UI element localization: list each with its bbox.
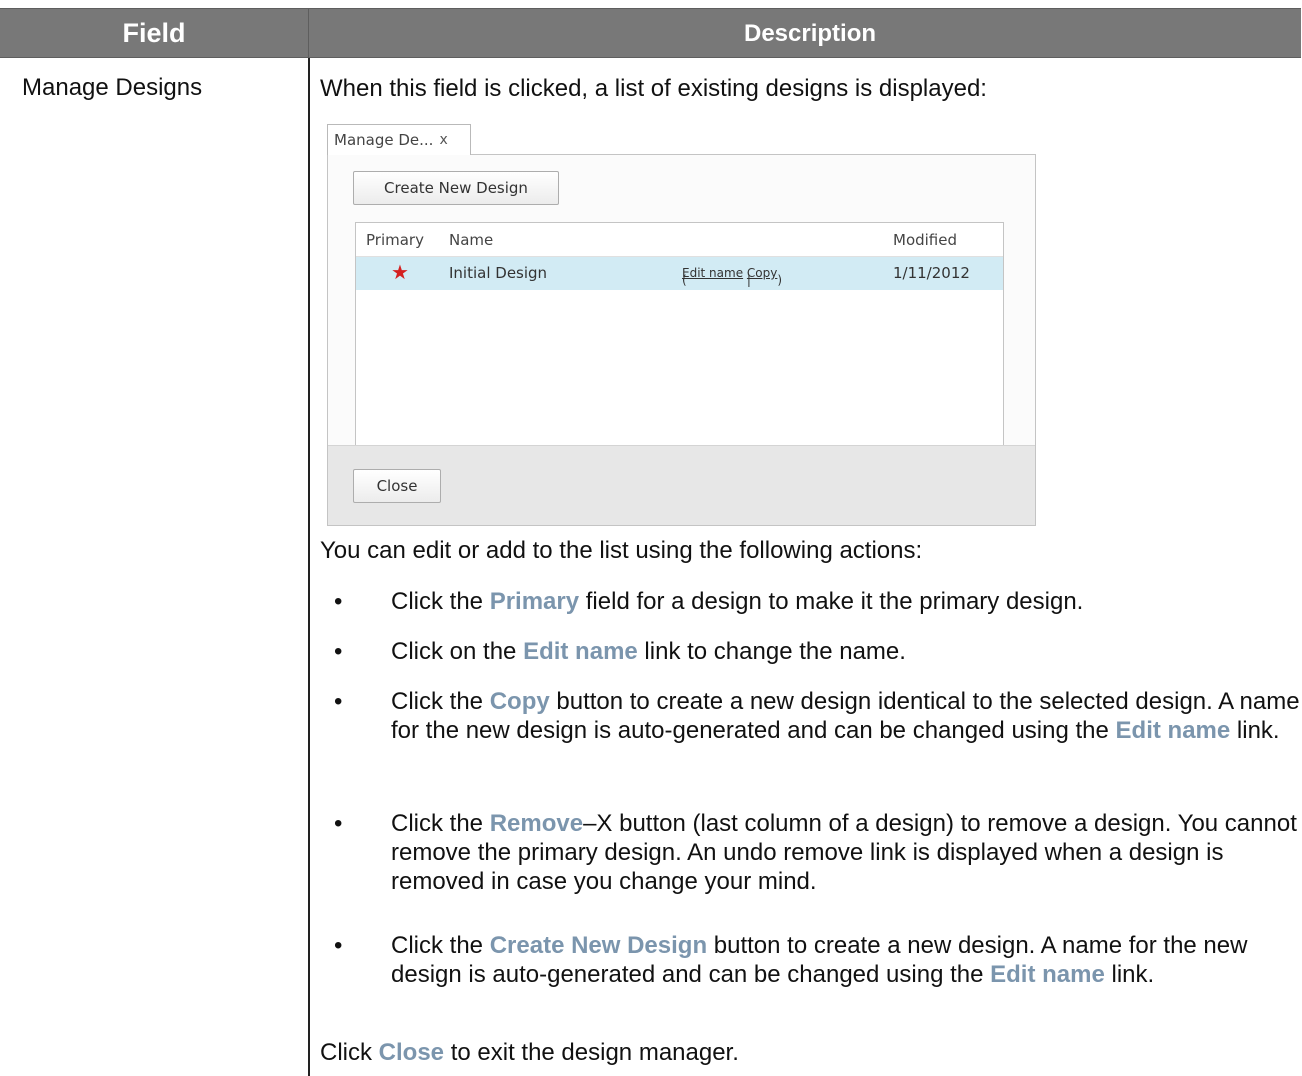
bullet-text: Click the bbox=[391, 588, 490, 615]
keyword-create-new-design: Create New Design bbox=[489, 932, 708, 959]
keyword-edit-name: Edit name bbox=[523, 638, 638, 665]
actions-intro-text: You can edit or add to the list using th… bbox=[320, 537, 923, 564]
design-name: Initial Design bbox=[449, 264, 548, 282]
row-links: (Edit name | Copy) bbox=[682, 266, 782, 287]
close-button[interactable]: Close bbox=[353, 469, 441, 503]
bullet-text: link. bbox=[1230, 717, 1280, 744]
bullet-text: link to change the name. bbox=[637, 638, 906, 665]
keyword-copy: Copy bbox=[489, 688, 550, 715]
closing-text-post: to exit the design manager. bbox=[444, 1039, 739, 1066]
design-manager-panel: Create New Design Primary Name Modified … bbox=[327, 154, 1036, 526]
close-tab-icon[interactable]: x bbox=[439, 132, 447, 148]
design-manager-screenshot: Manage De... x Create New Design Primary… bbox=[327, 124, 1036, 526]
field-column-header: Field bbox=[0, 9, 309, 57]
bullet-text: Click the bbox=[391, 688, 490, 715]
close-paren: ) bbox=[777, 273, 783, 287]
intro-text: When this field is clicked, a list of ex… bbox=[320, 75, 987, 102]
keyword-close: Close bbox=[378, 1039, 445, 1066]
tab-label: Manage De... bbox=[334, 131, 434, 149]
bullet-dot: • bbox=[334, 588, 343, 615]
column-divider bbox=[308, 58, 310, 1076]
modified-date: 1/11/2012 bbox=[893, 264, 970, 282]
keyword-edit-name: Edit name bbox=[990, 961, 1105, 988]
copy-link[interactable]: Copy bbox=[747, 266, 777, 280]
closing-text-pre: Click bbox=[320, 1039, 379, 1066]
bullet-text: Click the bbox=[391, 932, 490, 959]
closing-text: Click Close to exit the design manager. bbox=[320, 1038, 739, 1067]
table-row[interactable]: ★ Initial Design (Edit name | Copy) 1/11/… bbox=[356, 256, 1003, 290]
bullet-text: link. bbox=[1104, 961, 1155, 988]
grid-header: Primary Name Modified bbox=[356, 223, 1003, 256]
description-column-header: Description bbox=[743, 19, 877, 47]
column-header-primary[interactable]: Primary bbox=[366, 231, 424, 249]
primary-star-icon[interactable]: ★ bbox=[391, 260, 409, 284]
field-name-cell: Manage Designs bbox=[22, 74, 203, 101]
column-header-modified[interactable]: Modified bbox=[893, 231, 957, 249]
panel-footer: Close bbox=[328, 445, 1035, 525]
bullet-text: Click on the bbox=[391, 638, 524, 665]
manage-designs-tab[interactable]: Manage De... x bbox=[327, 124, 471, 155]
bullet-dot: • bbox=[334, 638, 343, 665]
keyword-primary: Primary bbox=[489, 588, 580, 615]
bullet-dot: • bbox=[334, 810, 343, 837]
open-paren: ( bbox=[682, 273, 687, 287]
create-new-design-button[interactable]: Create New Design bbox=[353, 171, 559, 205]
bullet-dot: • bbox=[334, 932, 343, 959]
bullet-text: Click the bbox=[391, 810, 490, 837]
keyword-edit-name: Edit name bbox=[1115, 717, 1231, 744]
column-header-name[interactable]: Name bbox=[449, 231, 493, 249]
link-separator: | bbox=[746, 273, 751, 287]
bullet-text: field for a design to make it the primar… bbox=[579, 588, 1084, 615]
table-header: Field Description bbox=[0, 8, 1301, 58]
keyword-remove: Remove bbox=[489, 810, 584, 837]
bullet-dot: • bbox=[334, 688, 343, 715]
edit-name-link[interactable]: Edit name bbox=[682, 266, 743, 280]
designs-grid: Primary Name Modified ★ Initial Design (… bbox=[355, 222, 1004, 446]
